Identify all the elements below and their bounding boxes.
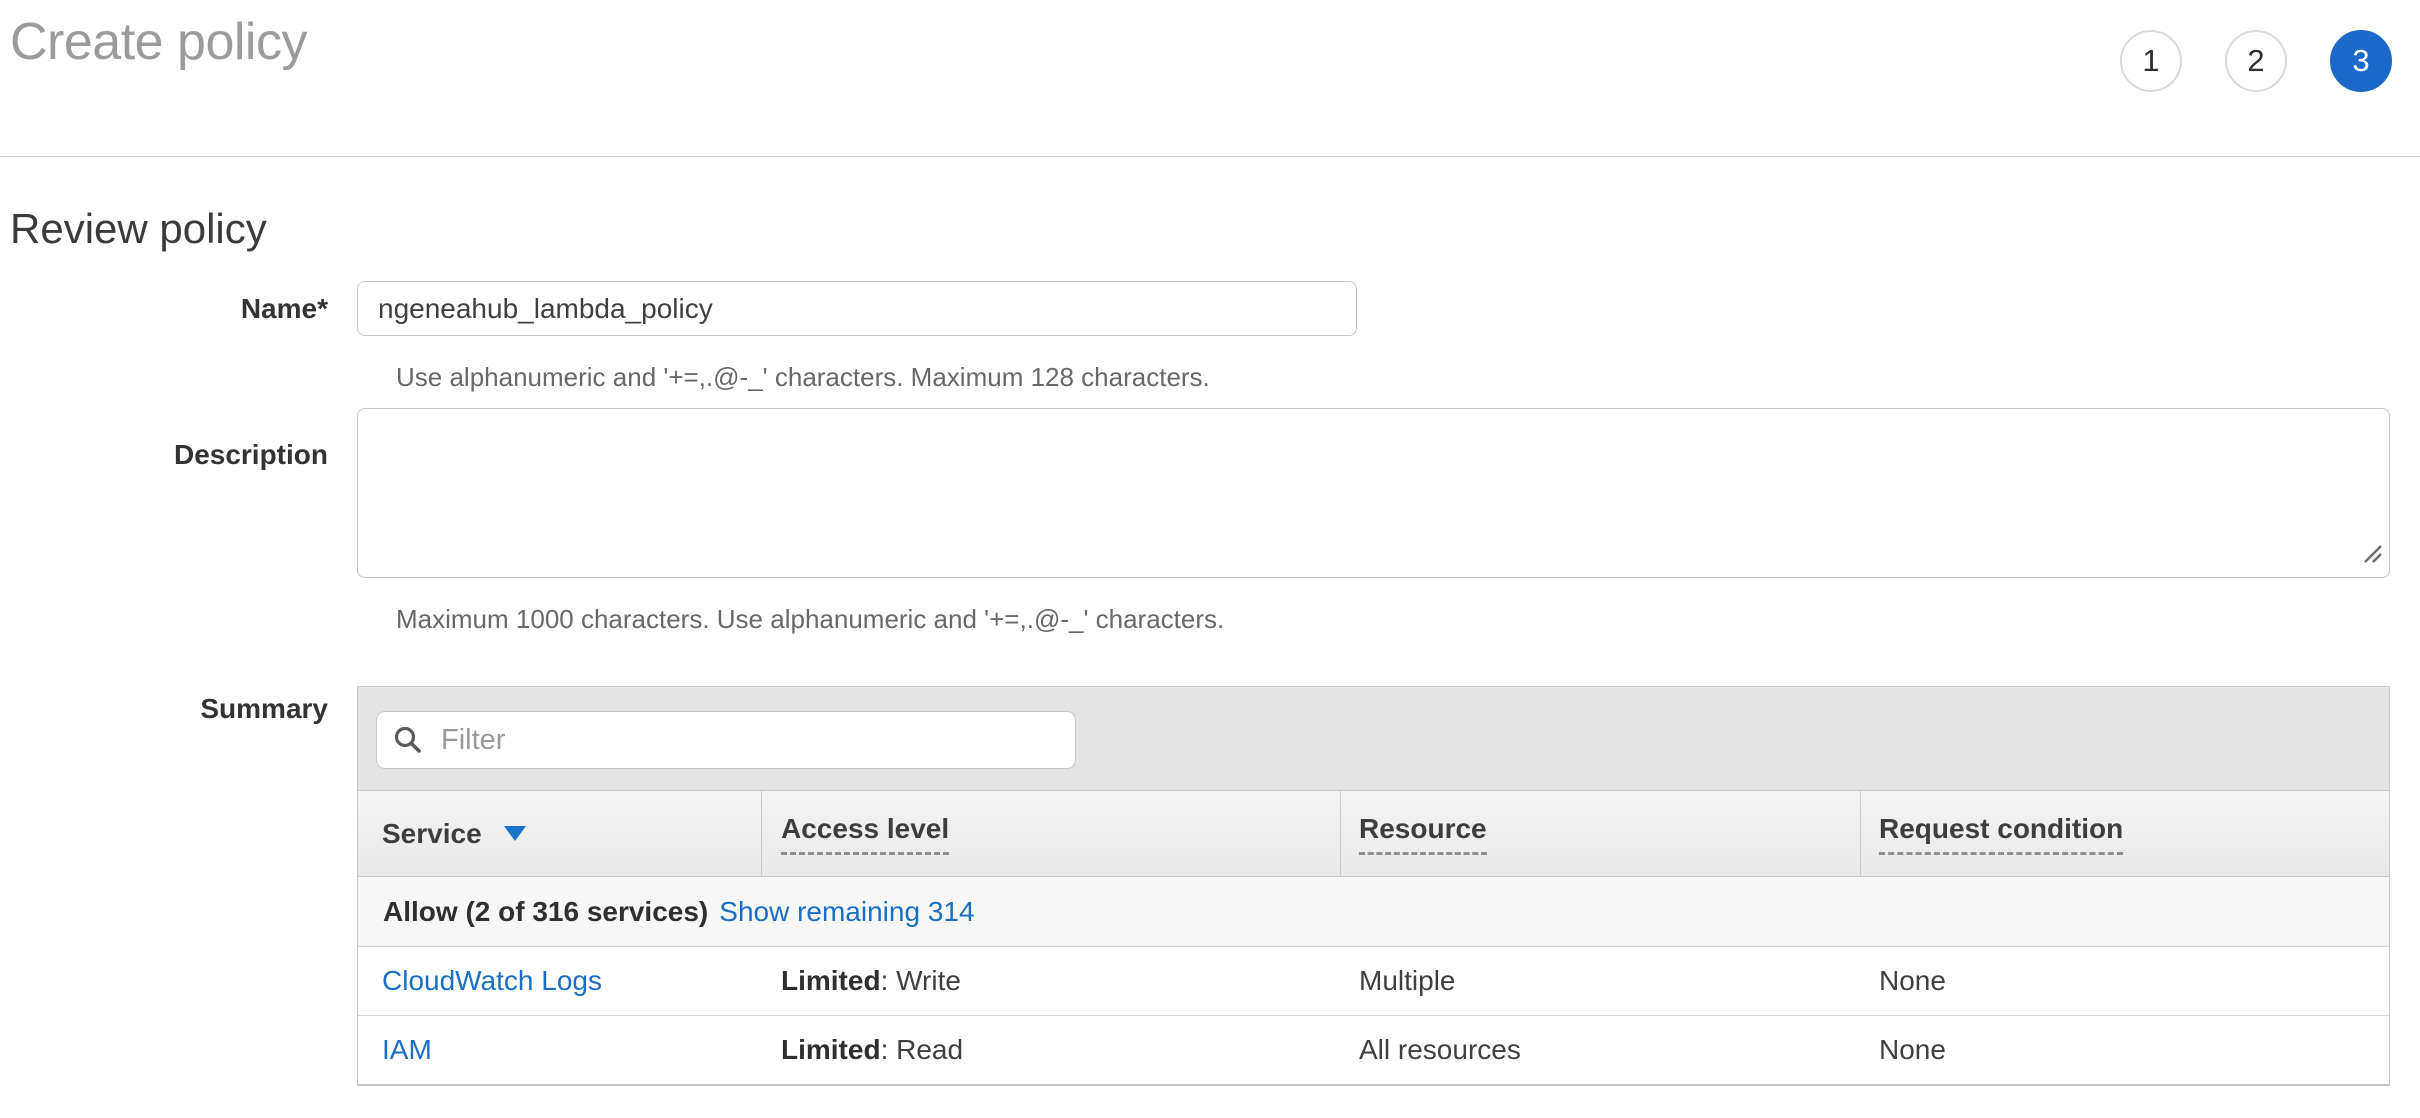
resource-cell: Multiple — [1341, 965, 1861, 997]
table-row-iam: IAM Limited: Read All resources None — [358, 1015, 2389, 1084]
step-2-indicator: 2 — [2225, 30, 2287, 92]
search-icon — [392, 724, 424, 761]
access-level-qualifier: Limited — [781, 1034, 881, 1066]
access-level-value: : Read — [881, 1034, 964, 1066]
sort-descending-icon — [504, 826, 526, 841]
resource-value: Multiple — [1359, 965, 1455, 997]
service-column-header[interactable]: Service — [358, 791, 762, 876]
section-heading: Review policy — [10, 205, 2420, 253]
allow-group-label: Allow (2 of 316 services) — [383, 896, 708, 928]
summary-table-header-row: Service Access level Resource Request co… — [358, 790, 2389, 876]
request-condition-value: None — [1879, 965, 1946, 997]
page-title: Create policy — [10, 12, 307, 72]
access-level-cell: Limited: Write — [762, 965, 1341, 997]
resource-column-header: Resource — [1341, 791, 1861, 876]
access-level-column-header: Access level — [762, 791, 1341, 876]
table-row-cloudwatch-logs: CloudWatch Logs Limited: Write Multiple … — [358, 946, 2389, 1015]
name-help-text: Use alphanumeric and '+=,.@-_' character… — [396, 362, 2390, 392]
service-cell: IAM — [358, 1034, 762, 1066]
summary-label: Summary — [10, 686, 357, 1086]
resource-column-label: Resource — [1359, 813, 1487, 855]
name-label: Name* — [10, 292, 357, 326]
wizard-step-indicator: 1 2 3 — [2120, 30, 2392, 92]
service-column-label: Service — [382, 818, 482, 850]
summary-filter-bar — [358, 687, 2389, 790]
summary-form-row: Summary Service — [10, 686, 2420, 1086]
access-level-column-label: Access level — [781, 813, 949, 855]
page-header: Create policy 1 2 3 — [0, 0, 2420, 157]
policy-name-input[interactable] — [357, 281, 1357, 336]
access-level-value: : Write — [881, 965, 961, 997]
policy-description-textarea[interactable] — [357, 408, 2390, 578]
filter-input-wrap — [376, 711, 1076, 769]
description-textarea-wrap — [357, 408, 2390, 578]
step-3-number: 3 — [2352, 43, 2369, 79]
policy-summary-panel: Service Access level Resource Request co… — [357, 686, 2390, 1086]
request-condition-column-header: Request condition — [1861, 791, 2389, 876]
review-policy-section: Review policy Name* Use alphanumeric and… — [0, 205, 2420, 1086]
description-label: Description — [10, 408, 357, 578]
request-condition-cell: None — [1861, 965, 2389, 997]
summary-filter-input[interactable] — [376, 711, 1076, 769]
request-condition-value: None — [1879, 1034, 1946, 1066]
request-condition-cell: None — [1861, 1034, 2389, 1066]
create-policy-page: Create policy 1 2 3 Review policy Name* … — [0, 0, 2420, 1118]
name-form-row: Name* — [10, 281, 2420, 336]
textarea-resize-grip-icon[interactable] — [2361, 542, 2383, 569]
description-form-row: Description — [10, 408, 2420, 578]
iam-service-link[interactable]: IAM — [382, 1034, 432, 1066]
cloudwatch-logs-service-link[interactable]: CloudWatch Logs — [382, 965, 602, 997]
resource-value: All resources — [1359, 1034, 1521, 1066]
allow-group-row: Allow (2 of 316 services) Show remaining… — [358, 876, 2389, 946]
step-2-number: 2 — [2247, 43, 2264, 79]
step-1-number: 1 — [2142, 43, 2159, 79]
step-3-indicator-active: 3 — [2330, 30, 2392, 92]
show-remaining-link[interactable]: Show remaining 314 — [719, 896, 974, 928]
step-1-indicator: 1 — [2120, 30, 2182, 92]
request-condition-column-label: Request condition — [1879, 813, 2123, 855]
resource-cell: All resources — [1341, 1034, 1861, 1066]
access-level-cell: Limited: Read — [762, 1034, 1341, 1066]
access-level-qualifier: Limited — [781, 965, 881, 997]
description-help-text: Maximum 1000 characters. Use alphanumeri… — [396, 604, 2390, 634]
service-cell: CloudWatch Logs — [358, 965, 762, 997]
